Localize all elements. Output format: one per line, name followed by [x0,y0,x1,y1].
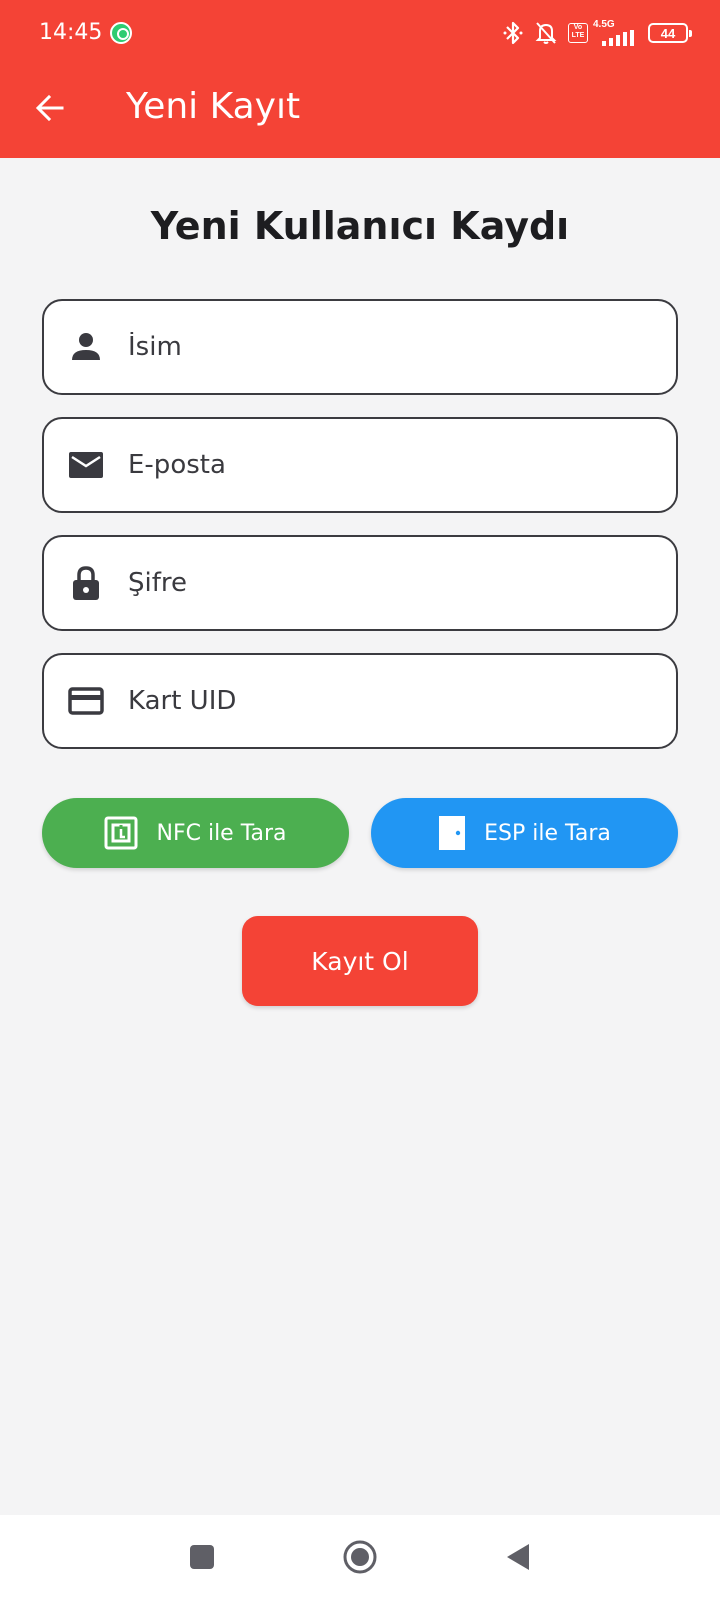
mail-icon [68,447,104,483]
bluetooth-icon [503,21,523,45]
name-field[interactable] [42,299,678,395]
card-uid-field[interactable] [42,653,678,749]
network-type: 4.5G [593,19,615,30]
esp-scan-label: ESP ile Tara [484,820,611,846]
name-input[interactable] [128,301,658,393]
home-icon [343,1540,377,1574]
esp-scan-button[interactable]: ESP ile Tara [371,798,678,868]
home-button[interactable] [338,1535,382,1579]
card-uid-input[interactable] [128,655,658,747]
signal-icon [602,30,634,46]
battery-icon: 44 [648,23,692,43]
nfc-icon [104,816,138,850]
recents-button[interactable] [180,1535,224,1579]
nfc-scan-button[interactable]: NFC ile Tara [42,798,349,868]
back-triangle-icon [507,1544,529,1570]
password-field[interactable] [42,535,678,631]
status-bar: 14:45 Vo LTE 4.5G 44 [0,0,720,68]
email-field[interactable] [42,417,678,513]
nav-back-button[interactable] [496,1535,540,1579]
whatsapp-icon [110,22,132,44]
status-icons: Vo LTE 4.5G 44 [502,18,692,48]
volte-icon: Vo LTE [568,23,588,43]
register-button[interactable]: Kayıt Ol [242,916,478,1006]
back-button[interactable] [26,84,74,132]
lock-icon [68,565,104,601]
door-icon [439,816,466,850]
bell-off-icon [535,22,557,44]
password-input[interactable] [128,537,658,629]
nfc-scan-label: NFC ile Tara [156,820,287,846]
system-nav-bar [0,1515,720,1600]
network-indicator: Vo LTE 4.5G [568,18,638,48]
email-input[interactable] [128,419,658,511]
battery-level: 44 [660,25,676,41]
status-time: 14:45 [39,20,103,45]
app-bar-title: Yeni Kayıt [126,86,301,127]
app-bar: Yeni Kayıt [0,68,720,158]
recents-icon [190,1545,214,1569]
card-icon [68,683,104,719]
top-bar: 14:45 Vo LTE 4.5G 44 Yeni Kayıt [0,0,720,158]
page-title: Yeni Kullanıcı Kaydı [150,204,570,248]
person-icon [68,329,104,365]
arrow-left-icon [35,94,64,122]
